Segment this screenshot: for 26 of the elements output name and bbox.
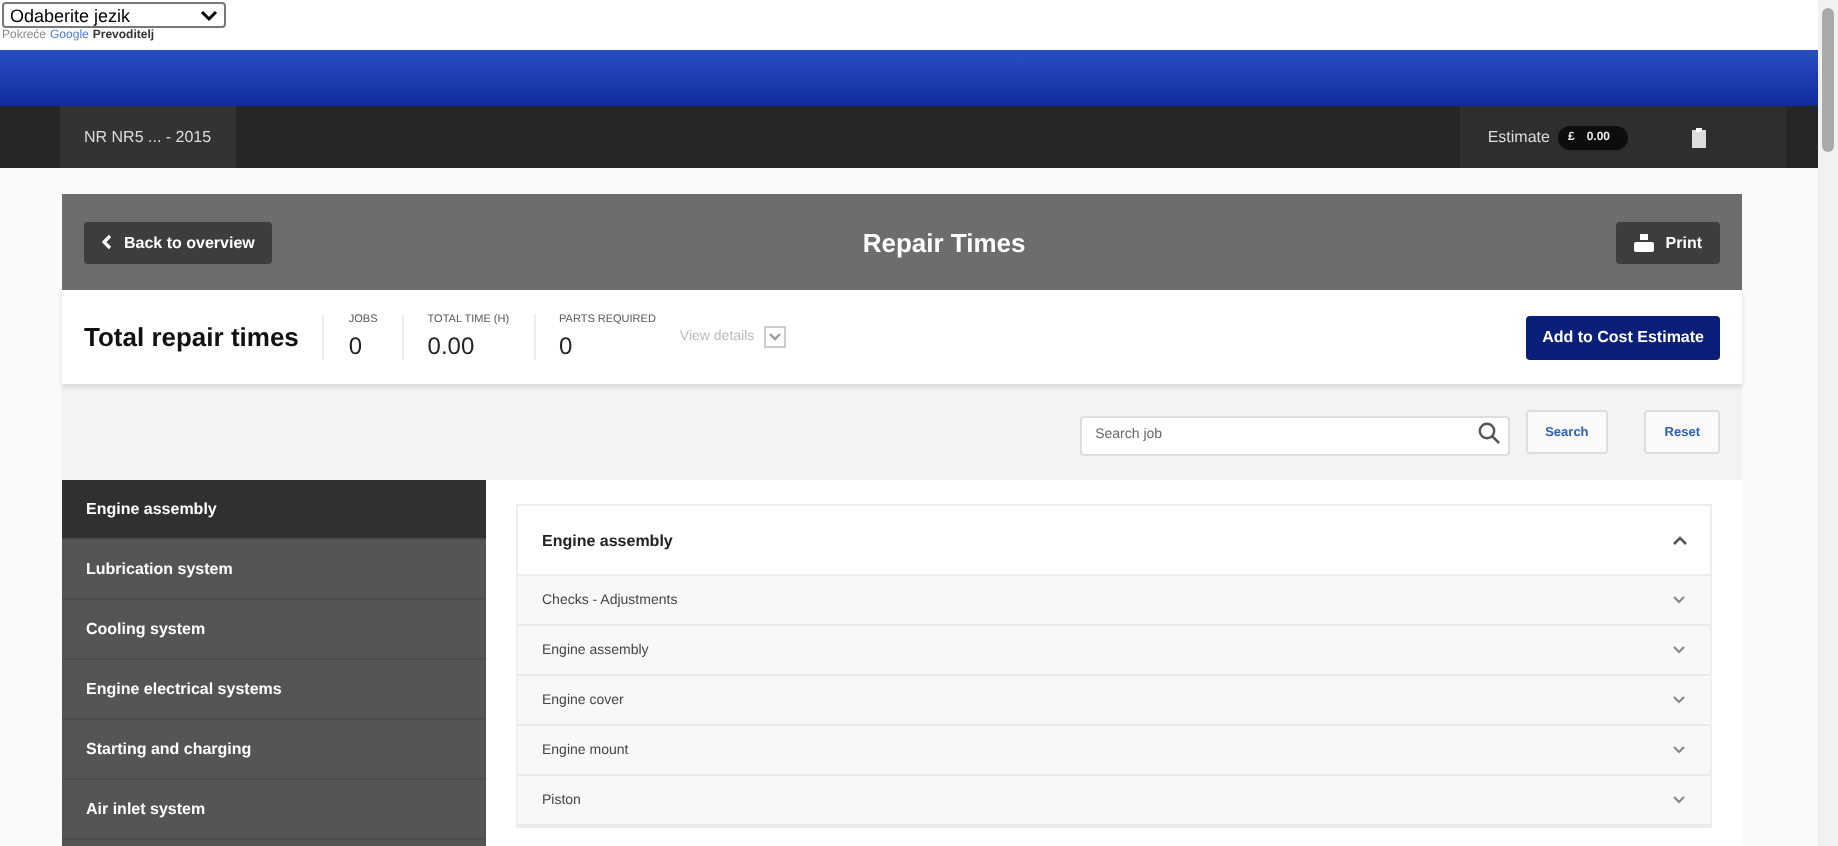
page-title: Repair Times — [862, 227, 1026, 257]
clipboard-icon[interactable] — [1692, 127, 1706, 147]
printer-icon — [1633, 233, 1654, 251]
add-to-estimate-button[interactable]: Add to Cost Estimate — [1526, 315, 1720, 359]
stat-value: 0.00 — [427, 332, 477, 360]
vehicle-name: NR NR5 ... - 2015 — [60, 106, 236, 168]
stat-value: 0 — [559, 332, 575, 360]
stat-value: 0 — [348, 332, 365, 360]
back-button[interactable]: Back to overview — [84, 221, 273, 263]
category-item[interactable]: Engine electrical systems — [62, 660, 486, 720]
language-select[interactable]: Odaberite jezik — [2, 2, 226, 28]
estimate-label: Estimate — [1487, 128, 1550, 146]
chevron-left-icon — [102, 234, 112, 250]
expand-details-button[interactable] — [764, 326, 787, 348]
scrollbar[interactable] — [1818, 0, 1838, 846]
category-item[interactable]: Lubrication system — [62, 540, 486, 600]
search-icon — [1477, 421, 1500, 443]
category-item[interactable]: Engine assembly — [62, 480, 486, 540]
accordion-title: Engine assembly — [542, 531, 673, 549]
category-item[interactable]: Air inlet system — [62, 780, 486, 840]
summary-title: Total repair times — [84, 322, 299, 352]
chevron-down-icon — [768, 332, 783, 342]
caret-icon — [200, 9, 218, 21]
category-item[interactable]: Starting and charging — [62, 720, 486, 780]
category-item[interactable]: Cooling system — [62, 600, 486, 660]
print-button[interactable]: Print — [1615, 221, 1720, 263]
